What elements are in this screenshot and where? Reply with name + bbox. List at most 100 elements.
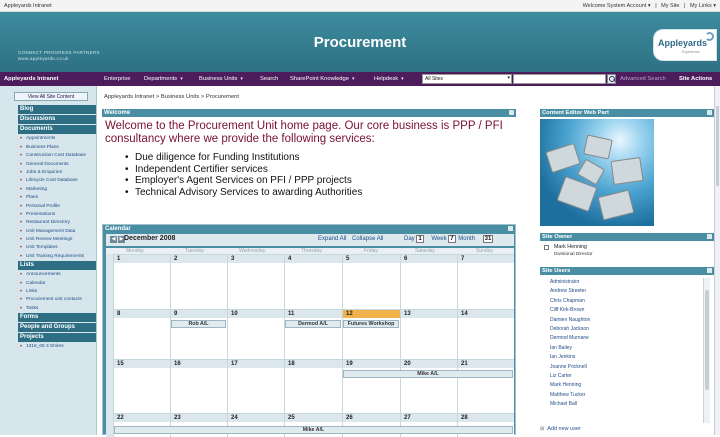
quick-launch-item[interactable]: Links [20,289,95,295]
calendar-day-cell[interactable]: 2 [170,255,227,309]
month-view-icon[interactable]: 31 [482,235,494,243]
quick-launch-item[interactable]: Plans [20,195,95,201]
calendar-day-cell[interactable]: 5 [342,255,400,309]
breadcrumb[interactable]: Appleyards Intranet > Business Units > P… [104,94,239,100]
calendar-day-cell[interactable]: 19 [342,360,400,413]
calendar-day-cell[interactable]: 21 [457,360,514,413]
quick-launch-item[interactable]: Construction Cost Database [20,153,95,159]
calendar-day-cell[interactable]: 3 [227,255,284,309]
view-all-site-content-link[interactable]: View All Site Content [14,92,88,101]
quick-launch-heading-discussions[interactable]: Discussions [18,115,96,124]
calendar-event[interactable]: Mike A/L [114,426,513,434]
list-item[interactable]: Ian Jenkins [550,353,590,362]
calendar-day-cell[interactable]: 17 [227,360,284,413]
page-scrollbar[interactable] [714,86,720,435]
calendar-day-cell[interactable]: 6 [400,255,457,309]
calendar-day-cell[interactable]: 16 [170,360,227,413]
list-item[interactable]: Cliff Kirk-Brown [550,306,590,315]
welcome-account-menu[interactable]: Welcome System Account ▾ [583,3,651,9]
list-item[interactable]: Michael Ball [550,400,590,409]
quick-launch-item[interactable]: Procurement unit contacts [20,297,95,303]
appleyards-logo[interactable]: Appleyards Experience [654,30,716,60]
quick-launch-item[interactable]: Marketing [20,187,95,193]
quick-launch-item[interactable]: Unit Training Requirements [20,254,95,260]
nav-item-sharepoint-knowledge[interactable]: SharePoint Knowledge ▾ [290,76,355,82]
quick-launch-item[interactable]: Presentations [20,212,95,218]
users-scrollbar[interactable] [703,278,710,423]
list-item[interactable]: Damien Naughton [550,316,590,325]
calendar-day-cell[interactable]: 8 [113,310,170,359]
quick-launch-item[interactable]: Business Plans [20,145,95,151]
quick-launch-item[interactable]: Unit Templates [20,245,95,251]
list-item[interactable]: Andrew Streeter [550,287,590,296]
nav-item-appleyards-intranet[interactable]: Appleyards Intranet [4,76,58,82]
nav-item-enterprise[interactable]: Enterprise [104,76,130,82]
quick-launch-heading-blog[interactable]: Blog [18,105,96,114]
search-scope-select[interactable]: All Sites ▾ [422,74,512,84]
nav-item-search[interactable]: Search [260,76,278,82]
month-view-link[interactable]: Month [458,236,475,242]
list-item[interactable]: Matthew Tucker [550,391,590,400]
calendar-day-cell[interactable]: 13 [400,310,457,359]
quick-launch-heading-people-and-groups[interactable]: People and Groups [18,322,96,332]
list-item[interactable]: Liz Carter [550,372,590,381]
owner-name[interactable]: Mark Henning [554,244,593,251]
quick-launch-item[interactable]: General Documents [20,162,95,168]
add-new-user-link[interactable]: ⊞ Add new user [540,426,581,432]
quick-launch-item[interactable]: Personal Profile [20,204,95,210]
quick-launch-heading-documents[interactable]: Documents [18,125,96,134]
day-view-icon[interactable]: 1 [416,235,424,243]
quick-launch-item[interactable]: Unit Management Data [20,229,95,235]
calendar-day-cell[interactable]: 10 [227,310,284,359]
calendar-event[interactable]: Mike A/L [343,370,513,378]
search-icon[interactable] [607,74,616,84]
webpart-menu-icon[interactable] [707,268,712,273]
calendar-day-cell[interactable]: 15 [113,360,170,413]
quick-launch-item[interactable]: 1318_06 3 Shires [20,344,95,350]
quick-launch-item[interactable]: Unit Review Meetings [20,237,95,243]
list-item[interactable]: Chris Chapman [550,297,590,306]
quick-launch-item[interactable]: Restaurant Directory [20,220,95,226]
list-item[interactable]: Deborah Jackson [550,325,590,334]
list-item[interactable]: Ian Bailey [550,344,590,353]
calendar-day-cell[interactable]: 14 [457,310,514,359]
list-item[interactable]: Joanne Pocknell [550,363,590,372]
week-view-icon[interactable]: 7 [448,235,456,243]
calendar-day-cell[interactable]: 1 [113,255,170,309]
quick-launch-heading-lists[interactable]: Lists [18,260,96,270]
webpart-menu-icon[interactable] [509,110,514,115]
calendar-day-cell[interactable]: 11 [284,310,342,359]
list-item[interactable]: Administrator [550,278,590,287]
quick-launch-item[interactable]: Calendar [20,281,95,287]
calendar-event[interactable]: Rob A/L [171,320,226,328]
calendar-day-cell[interactable]: 4 [284,255,342,309]
calendar-event[interactable]: Dermod A/L [285,320,341,328]
quick-launch-item[interactable]: Appointments [20,136,95,142]
calendar-event[interactable]: Futures Workshop [343,320,399,328]
previous-month-icon[interactable]: ◀ [110,236,117,243]
quick-launch-heading-projects[interactable]: Projects [18,332,96,342]
list-item[interactable]: Dermod Murnane [550,334,590,343]
collapse-all-link[interactable]: Collapse All [352,236,383,242]
expand-all-link[interactable]: Expand All [318,236,346,242]
calendar-day-cell[interactable]: 18 [284,360,342,413]
week-view-link[interactable]: Week [431,236,446,242]
quick-launch-item[interactable]: Jobs & Enquiries [20,170,95,176]
search-input[interactable] [513,74,606,84]
advanced-search-link[interactable]: Advanced Search [620,76,666,82]
calendar-day-cell-today[interactable]: 12 [342,310,400,359]
quick-launch-item[interactable]: Tasks [20,306,95,312]
site-actions-menu[interactable]: Site Actions [679,76,712,82]
quick-launch-item[interactable]: Announcements [20,272,95,278]
quick-launch-heading-forms[interactable]: Forms [18,312,96,322]
nav-item-business-units[interactable]: Business Units ▾ [199,76,243,82]
nav-item-helpdesk[interactable]: Helpdesk ▾ [374,76,404,82]
site-name[interactable]: Appleyards Intranet [4,3,52,9]
webpart-menu-icon[interactable] [508,226,513,231]
quick-launch-item[interactable]: Lifecycle Cost Database [20,178,95,184]
day-view-link[interactable]: Day [404,236,415,242]
my-site-link[interactable]: My Site [661,3,679,9]
nav-item-departments[interactable]: Departments ▾ [144,76,183,82]
calendar-day-cell[interactable]: 20 [400,360,457,413]
list-item[interactable]: Mark Henning [550,381,590,390]
